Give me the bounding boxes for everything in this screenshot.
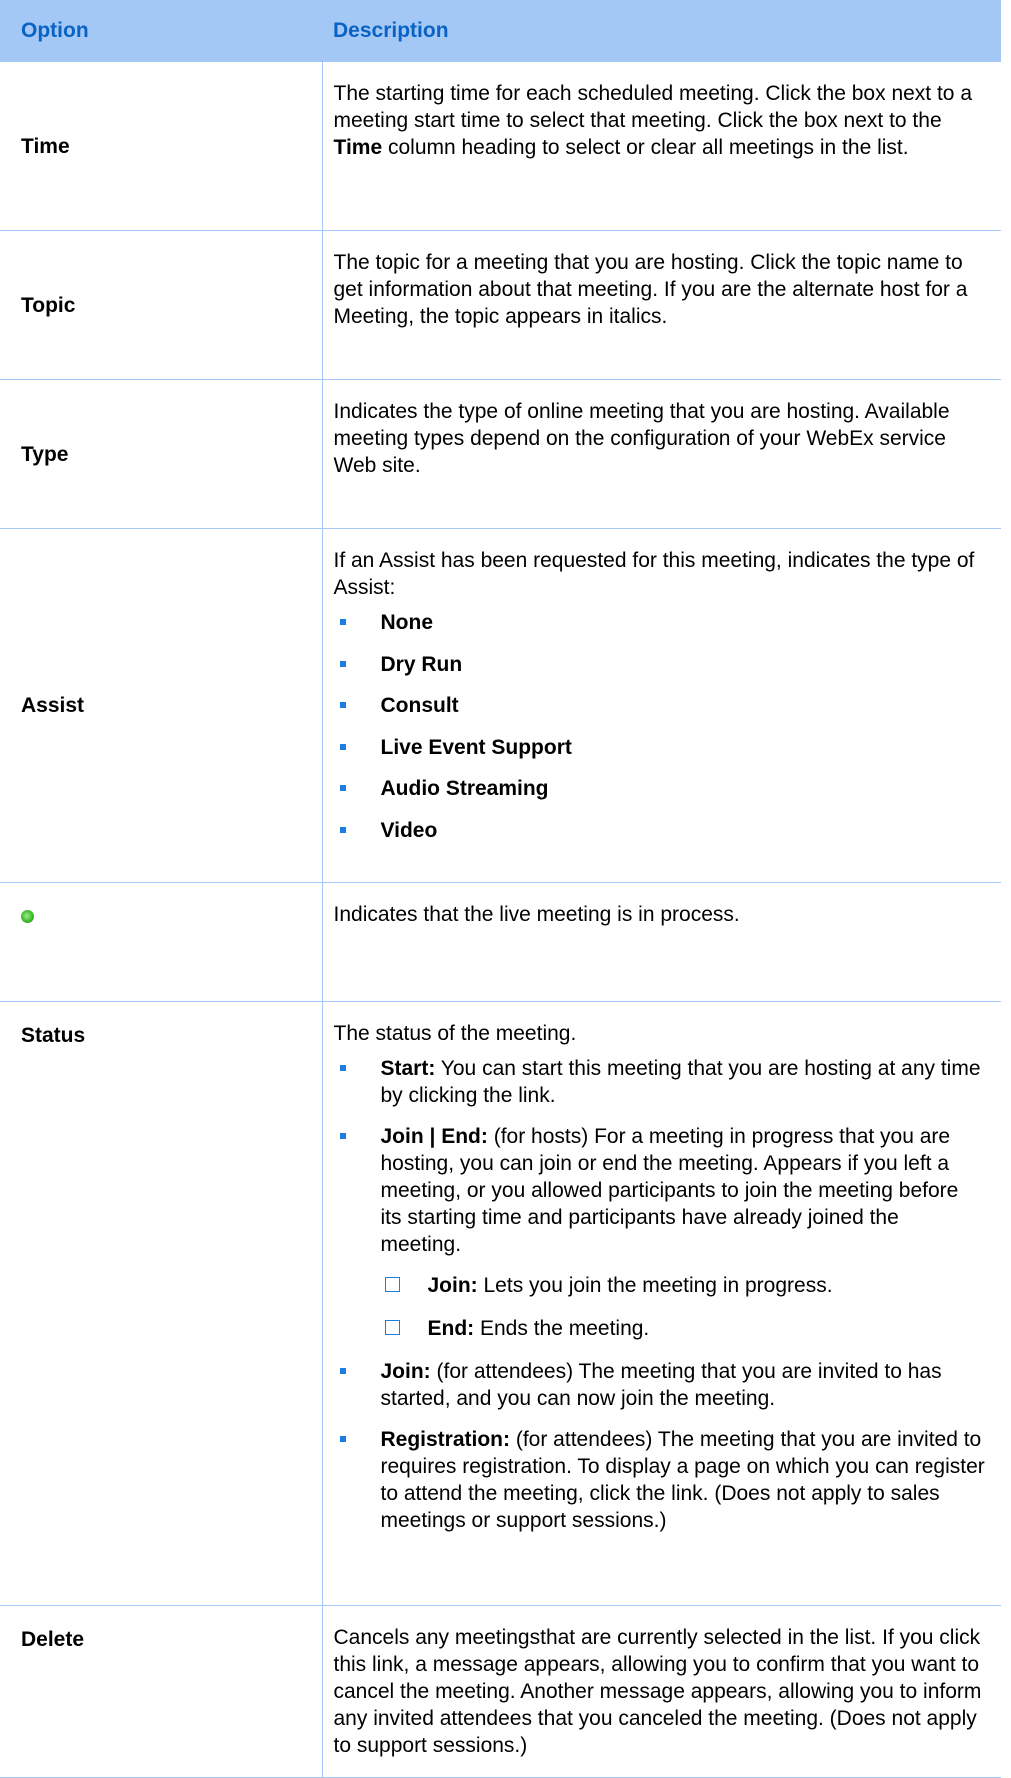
list-item: Live Event Support — [334, 734, 986, 761]
option-column-header: Option — [0, 0, 322, 62]
table-row-status: Status The status of the meeting. Start:… — [0, 1001, 1001, 1606]
description-text: If an Assist has been requested for this… — [333, 549, 975, 599]
list-item-label: None — [380, 611, 434, 634]
sublist-item: End: Ends the meeting. — [381, 1315, 986, 1342]
list-item-label: Dry Run — [380, 652, 463, 676]
list-item-term: Join: — [427, 1274, 478, 1297]
table-header-row: Option Description — [0, 0, 1001, 62]
options-table: Option Description Time The starting tim… — [0, 0, 1001, 1778]
list-item-label: Audio Streaming — [380, 777, 549, 800]
list-item: Dry Run — [334, 651, 986, 678]
list-item: None — [334, 609, 986, 636]
description-text: column heading to select or clear all me… — [382, 136, 909, 159]
list-item-label: Consult — [380, 694, 459, 717]
description-type: Indicates the type of online meeting tha… — [322, 379, 1001, 529]
option-assist: Assist — [0, 528, 323, 883]
list-item-text: Lets you join the meeting in progress. — [477, 1274, 833, 1297]
option-time: Time — [0, 62, 323, 231]
list-item-term: Registration: — [380, 1428, 511, 1451]
description-text: The starting time for each scheduled mee… — [333, 82, 973, 132]
status-sublist: Join: Lets you join the meeting in progr… — [381, 1272, 986, 1342]
description-text: The status of the meeting. — [333, 1022, 577, 1045]
description-topic: The topic for a meeting that you are hos… — [322, 230, 1001, 380]
description-status: The status of the meeting. Start: You ca… — [322, 1001, 1001, 1606]
table-row-type: Type Indicates the type of online meetin… — [0, 379, 1001, 529]
description-live: Indicates that the live meeting is in pr… — [322, 882, 1001, 1002]
description-delete: Cancels any meetingsthat are currently s… — [322, 1605, 1001, 1778]
list-item-term: Join: — [380, 1360, 431, 1383]
list-item: Audio Streaming — [334, 775, 986, 802]
table-row-assist: Assist If an Assist has been requested f… — [0, 528, 1001, 883]
list-item-term: End: — [427, 1317, 475, 1340]
list-item: Start: You can start this meeting that y… — [334, 1055, 986, 1109]
list-item: Consult — [334, 692, 986, 719]
table-row-live-status: Indicates that the live meeting is in pr… — [0, 882, 1001, 1002]
description-text: Indicates that the live meeting is in pr… — [333, 903, 740, 926]
description-assist: If an Assist has been requested for this… — [322, 528, 1001, 883]
list-item-term: Start: — [380, 1057, 436, 1080]
description-bold-term: Time — [333, 136, 383, 159]
description-text: The topic for a meeting that you are hos… — [333, 251, 968, 328]
option-delete: Delete — [0, 1605, 323, 1778]
description-column-header: Description — [322, 0, 1001, 62]
list-item-label: Live Event Support — [380, 735, 572, 759]
list-item: Registration: (for attendees) The meetin… — [334, 1426, 986, 1534]
option-status: Status — [0, 1001, 323, 1606]
green-status-dot-icon — [21, 910, 34, 923]
table-row-delete: Delete Cancels any meetingsthat are curr… — [0, 1605, 1001, 1778]
description-text: Cancels any meetingsthat are currently s… — [333, 1626, 982, 1757]
option-topic: Topic — [0, 230, 323, 380]
status-list: Start: You can start this meeting that y… — [334, 1055, 986, 1534]
table-row-time: Time The starting time for each schedule… — [0, 62, 1001, 231]
assist-type-list: None Dry Run Consult Live Event Support … — [334, 609, 986, 844]
list-item: Video — [334, 817, 986, 844]
list-item: Join: (for attendees) The meeting that y… — [334, 1358, 986, 1412]
list-item-text: (for attendees) The meeting that you are… — [380, 1360, 942, 1410]
sublist-item: Join: Lets you join the meeting in progr… — [381, 1272, 986, 1299]
list-item: Join | End: (for hosts) For a meeting in… — [334, 1123, 986, 1342]
table-row-topic: Topic The topic for a meeting that you a… — [0, 230, 1001, 380]
option-live-icon-cell — [0, 882, 323, 1002]
option-type: Type — [0, 379, 323, 529]
list-item-text: You can start this meeting that you are … — [380, 1057, 981, 1107]
list-item-label: Video — [380, 818, 438, 842]
list-item-term: Join | End: — [380, 1125, 488, 1148]
list-item-text: Ends the meeting. — [474, 1317, 650, 1340]
description-text: Indicates the type of online meeting tha… — [333, 400, 950, 477]
description-time: The starting time for each scheduled mee… — [322, 62, 1001, 231]
